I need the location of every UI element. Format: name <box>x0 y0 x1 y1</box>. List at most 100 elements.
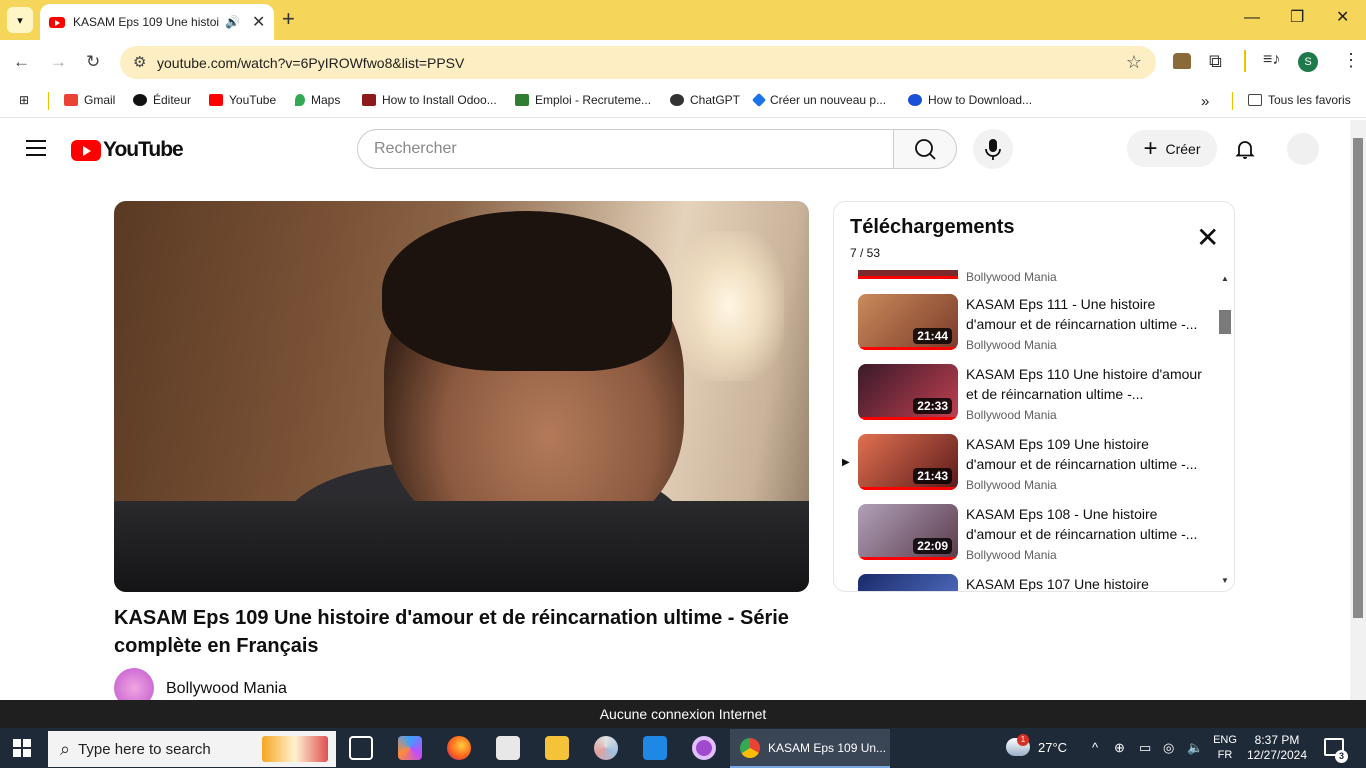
chrome-menu-icon[interactable]: ⋮ <box>1342 50 1360 71</box>
item-title[interactable]: KASAM Eps 108 - Une histoire d'amour et … <box>966 504 1202 544</box>
incognito-hat-icon[interactable] <box>1173 53 1191 69</box>
playlist-item[interactable]: 22:09 KASAM Eps 108 - Une histoire d'amo… <box>834 504 1224 574</box>
scrollbar-thumb[interactable] <box>1219 310 1231 334</box>
bookmark-odoo[interactable]: How to Install Odoo... <box>362 93 497 107</box>
bookmark-maps[interactable]: Maps <box>295 93 340 107</box>
bookmark-editeur[interactable]: Éditeur <box>133 93 191 107</box>
video-thumbnail[interactable]: 21:43 <box>858 434 958 490</box>
page-scrollbar[interactable] <box>1350 120 1366 700</box>
bookmarks-divider <box>1232 92 1233 110</box>
item-title[interactable]: KASAM Eps 111 - Une histoire d'amour et … <box>966 294 1202 334</box>
snipping-tool-icon[interactable] <box>594 736 618 760</box>
youtube-icon <box>209 94 223 106</box>
scrollbar-thumb[interactable] <box>1353 138 1363 618</box>
notifications-bell-icon[interactable] <box>1233 137 1257 166</box>
bookmark-label: How to Install Odoo... <box>382 93 497 107</box>
extensions-puzzle-icon[interactable]: ⧉ <box>1209 51 1222 72</box>
bookmark-gmail[interactable]: Gmail <box>64 93 115 107</box>
video-thumbnail[interactable]: 22:09 <box>858 504 958 560</box>
account-avatar[interactable] <box>1287 133 1319 165</box>
item-title[interactable]: KASAM Eps 107 Une histoire <box>966 574 1202 591</box>
apps-grid-icon[interactable]: ⊞ <box>19 93 29 107</box>
video-player[interactable] <box>114 201 809 592</box>
vscode-icon[interactable] <box>643 736 667 760</box>
clock[interactable]: 8:37 PM 12/27/2024 <box>1244 733 1310 763</box>
minimize-icon[interactable]: — <box>1244 8 1260 28</box>
taskbar-search-box[interactable]: ⌕ Type here to search <box>48 731 336 767</box>
item-title[interactable]: KASAM Eps 109 Une histoire d'amour et de… <box>966 434 1202 474</box>
copilot-icon[interactable] <box>398 736 422 760</box>
partial-thumbnail[interactable] <box>858 270 958 279</box>
battery-icon[interactable]: ▭ <box>1139 740 1151 756</box>
create-label: Créer <box>1165 140 1201 157</box>
voice-search-button[interactable] <box>973 129 1013 169</box>
scroll-down-icon[interactable]: ▼ <box>1221 576 1229 585</box>
video-thumbnail[interactable] <box>858 574 958 591</box>
video-thumbnail[interactable]: 22:33 <box>858 364 958 420</box>
bookmark-download[interactable]: How to Download... <box>908 93 1032 107</box>
create-button[interactable]: + Créer <box>1127 130 1217 167</box>
item-channel: Bollywood Mania <box>966 408 1057 422</box>
search-input[interactable]: Rechercher <box>357 129 894 169</box>
language-indicator[interactable]: ENG FR <box>1212 733 1238 763</box>
volume-icon[interactable]: 🔈 <box>1187 740 1203 756</box>
editeur-icon <box>133 94 147 106</box>
media-controls-icon[interactable]: ≡♪ <box>1263 51 1280 69</box>
playlist-title[interactable]: Téléchargements <box>850 216 1015 239</box>
youtube-logo[interactable]: YouTube <box>71 138 184 162</box>
clock-date: 12/27/2024 <box>1246 748 1308 762</box>
offline-notice: Aucune connexion Internet <box>0 700 1366 728</box>
bookmark-label: ChatGPT <box>690 93 741 107</box>
channel-name[interactable]: Bollywood Mania <box>166 680 287 698</box>
url-text[interactable]: youtube.com/watch?v=6PyIROWfwo8&list=PPS… <box>157 55 464 71</box>
speaker-icon[interactable]: 🔊 <box>225 15 240 29</box>
all-bookmarks-folder[interactable]: Tous les favoris <box>1248 93 1351 107</box>
video-thumbnail[interactable]: 21:44 <box>858 294 958 350</box>
hamburger-menu-icon[interactable] <box>26 140 46 156</box>
bookmark-star-icon[interactable]: ☆ <box>1126 52 1142 73</box>
weather-alert-badge: 1 <box>1017 734 1029 746</box>
bookmark-emploi[interactable]: Emploi - Recruteme... <box>515 93 651 107</box>
media-app-icon[interactable] <box>692 736 716 760</box>
windows-start-icon[interactable] <box>13 739 31 757</box>
bookmark-youtube[interactable]: YouTube <box>209 93 276 107</box>
tab-search-button[interactable]: ▾ <box>7 7 33 33</box>
watched-progress <box>858 347 958 350</box>
more-bookmarks-icon[interactable]: » <box>1201 93 1209 110</box>
calendar-app-icon[interactable] <box>496 736 520 760</box>
firefox-icon[interactable] <box>447 736 471 760</box>
network-device-icon[interactable]: ⊕ <box>1114 740 1125 756</box>
forward-arrow-icon[interactable]: → <box>50 52 67 72</box>
chrome-taskbar-button[interactable]: KASAM Eps 109 Un... <box>730 729 890 768</box>
file-explorer-icon[interactable] <box>545 736 569 760</box>
bookmark-creer[interactable]: Créer un nouveau p... <box>751 92 886 108</box>
close-window-icon[interactable]: ✕ <box>1336 8 1349 28</box>
chevron-up-icon[interactable]: ^ <box>1092 740 1098 755</box>
item-channel: Bollywood Mania <box>966 548 1057 562</box>
address-bar[interactable]: ⚙ youtube.com/watch?v=6PyIROWfwo8&list=P… <box>120 46 1156 79</box>
search-button[interactable] <box>893 129 957 169</box>
playlist-scrollbar[interactable]: ▲ ▼ <box>1218 270 1232 592</box>
bookmark-label: Tous les favoris <box>1268 93 1351 107</box>
weather-temp[interactable]: 27°C <box>1038 740 1067 755</box>
scroll-up-icon[interactable]: ▲ <box>1221 274 1229 283</box>
playlist-item[interactable]: KASAM Eps 107 Une histoire <box>834 574 1224 591</box>
download-site-icon <box>908 94 922 106</box>
playlist-item[interactable]: 22:33 KASAM Eps 110 Une histoire d'amour… <box>834 364 1224 434</box>
restore-icon[interactable]: ❐ <box>1290 8 1304 28</box>
new-tab-button[interactable]: + <box>282 8 295 30</box>
task-view-icon[interactable] <box>349 736 373 760</box>
reload-icon[interactable]: ↻ <box>86 52 100 72</box>
folder-icon <box>1248 94 1262 106</box>
globe-network-icon[interactable]: ◎ <box>1163 740 1174 756</box>
profile-avatar[interactable]: S <box>1298 52 1318 72</box>
site-settings-icon[interactable]: ⚙ <box>133 53 146 71</box>
bookmark-chatgpt[interactable]: ChatGPT <box>670 93 740 107</box>
playlist-item[interactable]: 21:44 KASAM Eps 111 - Une histoire d'amo… <box>834 294 1224 364</box>
item-title[interactable]: KASAM Eps 110 Une histoire d'amour et de… <box>966 364 1202 404</box>
back-arrow-icon[interactable]: ← <box>13 52 30 72</box>
close-tab-icon[interactable]: ✕ <box>252 12 265 32</box>
close-playlist-icon[interactable]: ✕ <box>1196 224 1219 252</box>
playlist-item-current[interactable]: ▶ 21:43 KASAM Eps 109 Une histoire d'amo… <box>834 434 1224 504</box>
browser-tab[interactable]: KASAM Eps 109 Une histoire d'amour 🔊 ✕ <box>40 4 274 40</box>
